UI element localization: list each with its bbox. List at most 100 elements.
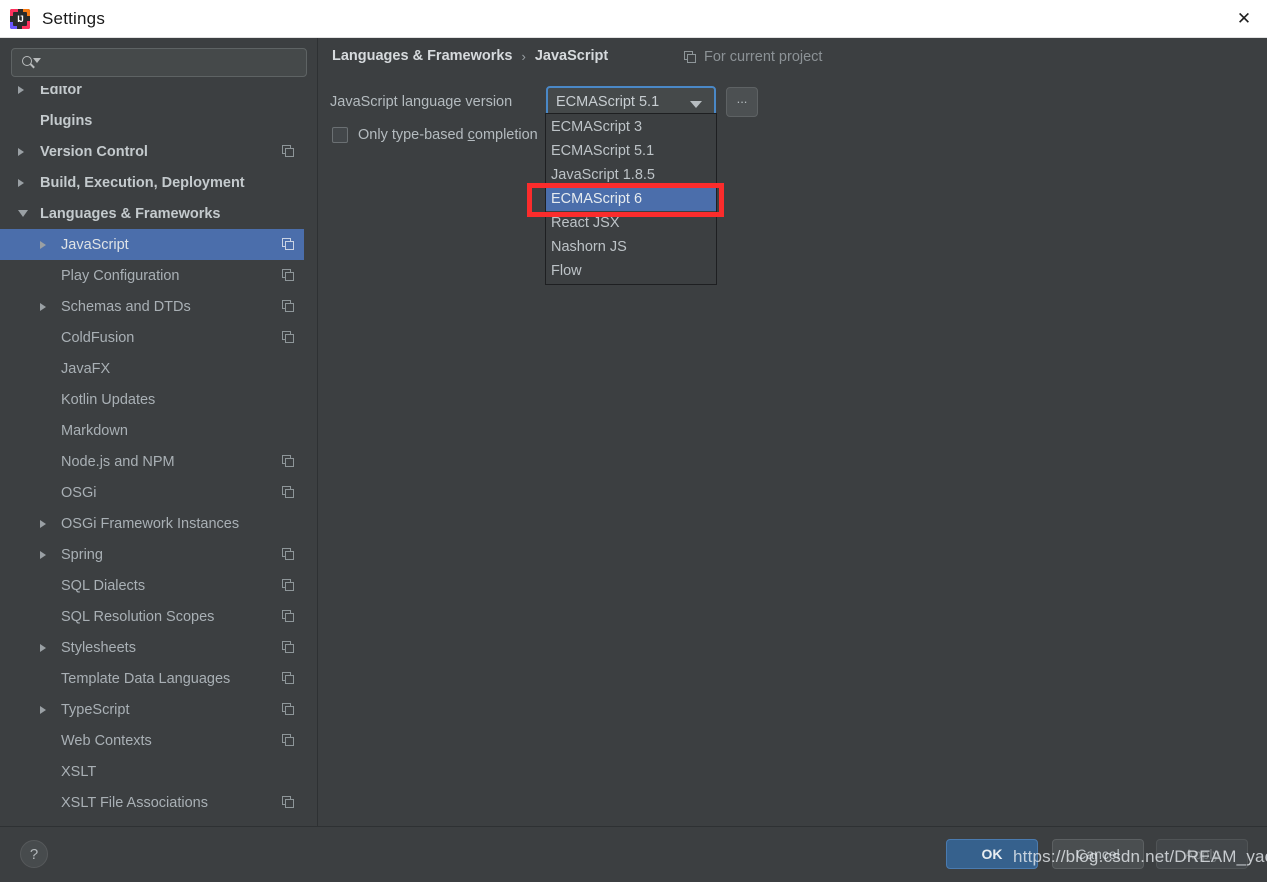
sidebar-item-label: Spring — [61, 546, 103, 563]
chevron-right-icon[interactable] — [18, 86, 24, 94]
sidebar-item-label: JavaScript — [61, 236, 129, 253]
type-based-completion-checkbox[interactable] — [332, 127, 348, 143]
project-scope-icon — [282, 145, 295, 158]
project-scope-icon — [282, 734, 295, 747]
settings-content-panel: Languages & Frameworks › JavaScript For … — [318, 38, 1267, 826]
language-version-dropdown[interactable]: ECMAScript 3 ECMAScript 5.1 JavaScript 1.8… — [545, 113, 717, 285]
sidebar-item-label: TypeScript — [61, 701, 130, 718]
dropdown-option[interactable]: JavaScript 1.8.5 — [546, 163, 716, 187]
sidebar-item-build-execution-deployment[interactable]: Build, Execution, Deployment — [0, 167, 317, 198]
sidebar-item-label: XSLT — [61, 763, 97, 780]
apply-button: Apply — [1156, 839, 1248, 869]
sidebar-item-label: OSGi — [61, 484, 97, 501]
sidebar-item-play-configuration[interactable]: Play Configuration — [0, 260, 317, 291]
sidebar-item-languages-frameworks[interactable]: Languages & Frameworks — [0, 198, 317, 229]
chevron-right-icon[interactable] — [18, 147, 24, 156]
language-version-value: ECMAScript 5.1 — [556, 94, 660, 110]
close-icon[interactable]: ✕ — [1221, 0, 1267, 37]
breadcrumb-separator-icon: › — [521, 48, 526, 64]
sidebar-item-xslt[interactable]: XSLT — [0, 756, 317, 787]
project-scope-icon — [282, 610, 295, 623]
dropdown-option[interactable]: ECMAScript 6 — [546, 187, 716, 211]
project-scope-icon — [282, 796, 295, 809]
breadcrumb: Languages & Frameworks › JavaScript — [332, 48, 608, 64]
type-based-completion-row[interactable]: Only type-based completion — [332, 127, 538, 143]
question-mark-icon[interactable]: ? — [20, 840, 48, 868]
project-scope-icon — [282, 238, 295, 251]
window-title: Settings — [42, 8, 106, 28]
project-scope-icon — [282, 672, 295, 685]
chevron-right-icon[interactable] — [40, 302, 46, 311]
sidebar-item-osgi-framework-instances[interactable]: OSGi Framework Instances — [0, 508, 317, 539]
sidebar-item-osgi[interactable]: OSGi — [0, 477, 317, 508]
sidebar-item-plugins[interactable]: Plugins — [0, 105, 317, 136]
dropdown-option[interactable]: ECMAScript 5.1 — [546, 139, 716, 163]
sidebar-item-label: OSGi Framework Instances — [61, 515, 240, 532]
dropdown-option[interactable]: React JSX — [546, 211, 716, 235]
project-scope-icon — [282, 455, 295, 468]
project-scope-icon — [282, 548, 295, 561]
sidebar-item-kotlin-updates[interactable]: Kotlin Updates — [0, 384, 317, 415]
sidebar-item-version-control[interactable]: Version Control — [0, 136, 317, 167]
sidebar-item-label: Schemas and DTDs — [61, 298, 191, 315]
project-scope-icon — [282, 486, 295, 499]
chevron-down-icon — [690, 101, 702, 108]
dropdown-option[interactable]: Nashorn JS — [546, 235, 716, 259]
browse-button[interactable]: ... — [726, 87, 758, 117]
project-scope-icon — [282, 300, 295, 313]
sidebar-item-label: JavaFX — [61, 360, 111, 377]
chevron-right-icon[interactable] — [40, 550, 46, 559]
sidebar-item-label: Web Contexts — [61, 732, 152, 749]
sidebar-item-sql-resolution-scopes[interactable]: SQL Resolution Scopes — [0, 601, 317, 632]
sidebar-item-label: Languages & Frameworks — [40, 205, 221, 222]
dropdown-option[interactable]: Flow — [546, 259, 716, 283]
chevron-right-icon[interactable] — [40, 643, 46, 652]
sidebar-item-label: Template Data Languages — [61, 670, 231, 687]
sidebar-item-editor[interactable]: Editor — [0, 86, 317, 105]
project-scope-icon — [282, 269, 295, 282]
sidebar-item-sql-dialects[interactable]: SQL Dialects — [0, 570, 317, 601]
sidebar-item-typescript[interactable]: TypeScript — [0, 694, 317, 725]
project-scope-icon — [282, 703, 295, 716]
search-input[interactable] — [39, 55, 306, 70]
project-scope-icon — [282, 331, 295, 344]
dropdown-option[interactable]: ECMAScript 3 — [546, 115, 716, 139]
chevron-right-icon[interactable] — [40, 240, 46, 249]
sidebar-item-web-contexts[interactable]: Web Contexts — [0, 725, 317, 756]
sidebar-item-schemas-and-dtds[interactable]: Schemas and DTDs — [0, 291, 317, 322]
sidebar-item-spring[interactable]: Spring — [0, 539, 317, 570]
sidebar-item-label: Plugins — [40, 112, 93, 129]
ok-button[interactable]: OK — [946, 839, 1038, 869]
sidebar-item-coldfusion[interactable]: ColdFusion — [0, 322, 317, 353]
chevron-down-icon[interactable] — [18, 210, 28, 217]
chevron-right-icon[interactable] — [40, 705, 46, 714]
settings-tree[interactable]: Editor Plugins Version Control Build, Execu… — [0, 86, 317, 826]
project-scope-label: For current project — [704, 49, 823, 65]
chevron-right-icon[interactable] — [18, 178, 24, 187]
search-field[interactable] — [11, 48, 307, 77]
sidebar-item-template-data-languages[interactable]: Template Data Languages — [0, 663, 317, 694]
sidebar-item-javafx[interactable]: JavaFX — [0, 353, 317, 384]
sidebar-item-stylesheets[interactable]: Stylesheets — [0, 632, 317, 663]
breadcrumb-current: JavaScript — [534, 48, 609, 64]
sidebar-item-node-js-and-npm[interactable]: Node.js and NPM — [0, 446, 317, 477]
breadcrumb-parent[interactable]: Languages & Frameworks — [332, 48, 513, 64]
sidebar-item-label: Play Configuration — [61, 267, 180, 284]
settings-dialog: IJ Settings ✕ Editor Plugins Version Contr… — [0, 0, 1267, 882]
sidebar-item-label: Editor — [40, 86, 82, 98]
tree-rows: Editor Plugins Version Control Build, Execu… — [0, 86, 317, 818]
chevron-right-icon[interactable] — [40, 519, 46, 528]
intellij-idea-icon: IJ — [10, 8, 30, 29]
project-scope-icon — [684, 50, 697, 64]
sidebar-item-xslt-file-associations[interactable]: XSLT File Associations — [0, 787, 317, 818]
sidebar-item-label: Kotlin Updates — [61, 391, 156, 408]
sidebar-item-label: Build, Execution, Deployment — [40, 174, 245, 191]
sidebar-scrollbar-track[interactable] — [304, 86, 619, 882]
search-icon — [21, 54, 41, 72]
sidebar-item-markdown[interactable]: Markdown — [0, 415, 317, 446]
type-based-completion-label: Only type-based completion — [358, 127, 538, 143]
sidebar-item-javascript[interactable]: JavaScript — [0, 229, 317, 260]
project-scope-icon — [282, 579, 295, 592]
cancel-button[interactable]: Cancel — [1052, 839, 1144, 869]
language-version-label: JavaScript language version — [330, 94, 513, 110]
